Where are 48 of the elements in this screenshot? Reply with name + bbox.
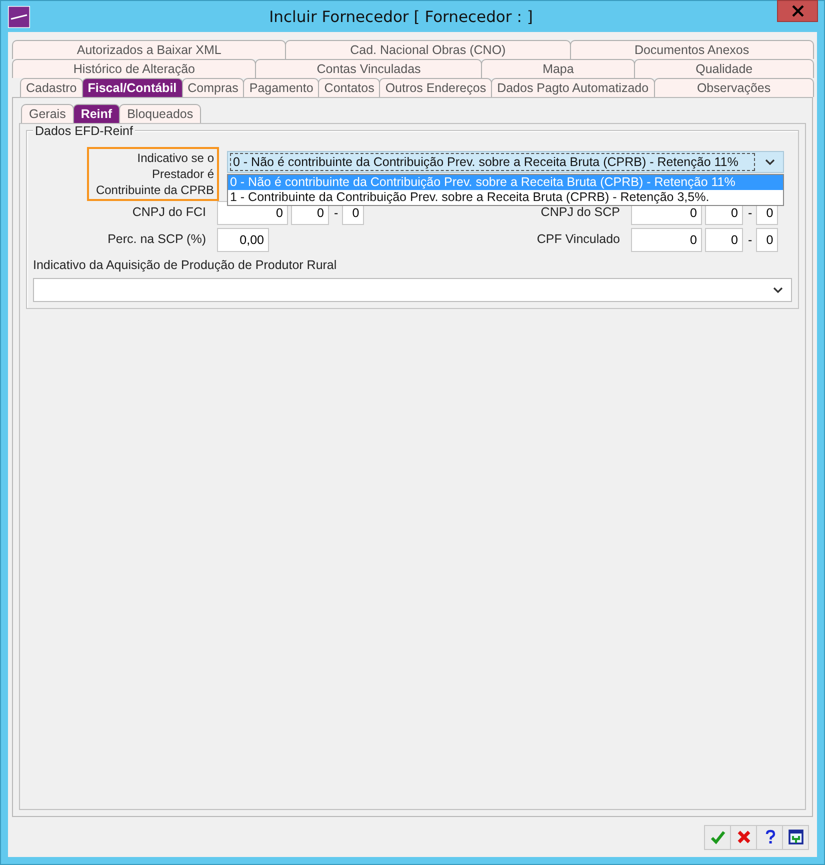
cancel-button[interactable] [730, 824, 757, 850]
tab[interactable]: Mapa [481, 59, 636, 78]
tab[interactable]: Histórico de Alteração [12, 59, 256, 78]
tab[interactable]: Cadastro [20, 78, 83, 97]
tab[interactable]: Pagamento [243, 78, 320, 97]
cross-icon [736, 829, 752, 845]
tab[interactable]: Fiscal/Contábil [82, 78, 183, 97]
dropdown-field[interactable] [33, 278, 792, 302]
input-field[interactable]: 0,00 [217, 228, 269, 252]
tab[interactable]: Cad. Nacional Obras (CNO) [285, 40, 571, 59]
check-icon [710, 829, 726, 845]
door-icon [788, 829, 804, 845]
confirm-button[interactable] [704, 824, 731, 850]
tab[interactable]: Autorizados a Baixar XML [12, 40, 286, 59]
tab[interactable]: Outros Endereços [379, 78, 492, 97]
field-label: Indicativo se o Prestador é Contribuinte da CPRB [87, 147, 219, 201]
tab[interactable]: Qualidade [634, 59, 814, 78]
tab[interactable]: Gerais [21, 104, 74, 123]
field-label: Indicativo da Aquisição de Produção de Produtor Rural [33, 258, 338, 272]
group-title: Dados EFD-Reinf [33, 124, 135, 138]
dropdown-value: 0 - Não é contribuinte da Contribuição Prev. sobre a Receita Bruta (CPRB) - Retenção 11% [230, 153, 755, 171]
separator-text: - [748, 233, 752, 247]
close-button[interactable] [777, 0, 818, 22]
help-button[interactable] [756, 824, 783, 850]
field-label: CPF Vinculado [536, 231, 621, 247]
separator-text: - [748, 206, 752, 220]
input-field[interactable]: 0 [631, 228, 702, 252]
separator-text: - [334, 206, 338, 220]
field-label: Perc. na SCP (%) [106, 231, 207, 247]
tab[interactable]: Dados Pagto Automatizado [491, 78, 655, 97]
input-field[interactable]: 0 [756, 228, 778, 252]
close-icon [792, 5, 804, 17]
tab[interactable]: Observações [654, 78, 814, 97]
dropdown-field[interactable]: 0 - Não é contribuinte da Contribuição Prev. sobre a Receita Bruta (CPRB) - Retenção 11% [227, 151, 784, 173]
tab[interactable]: Documentos Anexos [570, 40, 814, 59]
chevron-icon [765, 158, 775, 166]
window-title: Incluir Fornecedor [ Fornecedor : ] [268, 8, 534, 26]
tab[interactable]: Contas Vinculadas [255, 59, 482, 78]
app-icon [8, 6, 30, 28]
input-field[interactable]: 0 [705, 228, 743, 252]
tab[interactable]: Bloqueados [119, 104, 202, 123]
tab[interactable]: Contatos [318, 78, 380, 97]
tab[interactable]: Reinf [72, 104, 120, 123]
exit-button[interactable] [782, 824, 809, 850]
chevron-icon [773, 286, 783, 294]
field-label: CNPJ do SCP [540, 204, 621, 220]
tab[interactable]: Compras [182, 78, 244, 97]
field-label: CNPJ do FCI [131, 204, 207, 220]
